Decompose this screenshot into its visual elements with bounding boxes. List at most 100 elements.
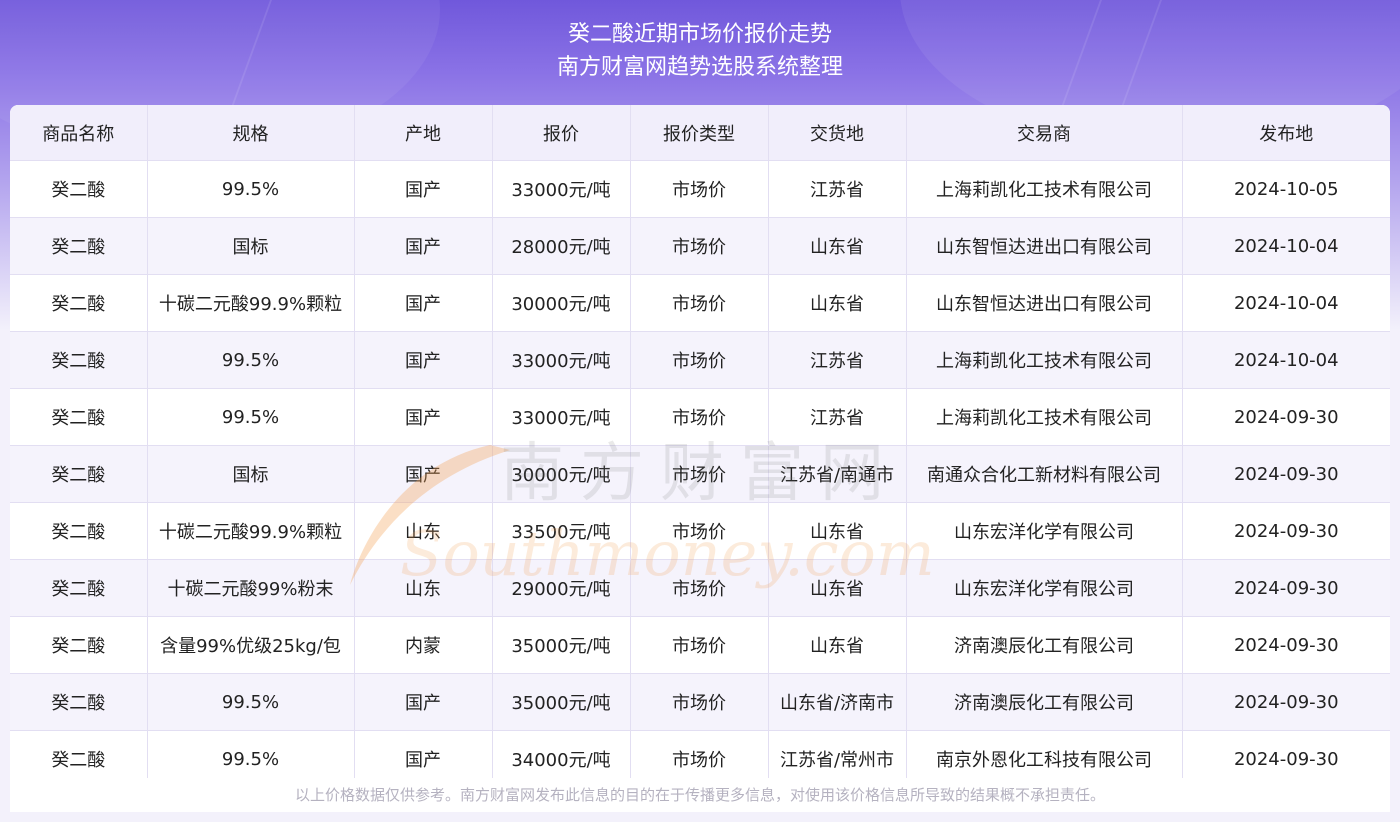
table-cell: 十碳二元酸99.9%颗粒 — [147, 274, 355, 332]
table-cell: 国产 — [354, 445, 493, 503]
table-cell: 市场价 — [630, 160, 769, 218]
table-cell: 2024-09-30 — [1182, 559, 1390, 617]
table-cell: 济南澳辰化工有限公司 — [906, 673, 1183, 731]
table-row: 癸二酸 国标 国产 30000元/吨 市场价 江苏省/南通市 南通众合化工新材料有限公司 20… — [10, 445, 1390, 503]
table-cell: 癸二酸 — [10, 160, 148, 218]
table-row: 癸二酸 99.5% 国产 34000元/吨 市场价 江苏省/常州市 南京外恩化工科技有限公司… — [10, 730, 1390, 778]
table-cell: 十碳二元酸99.9%颗粒 — [147, 502, 355, 560]
table-cell: 癸二酸 — [10, 559, 148, 617]
table-cell: 江苏省/南通市 — [768, 445, 907, 503]
table-cell: 99.5% — [147, 331, 355, 389]
column-header[interactable]: 交货地 — [768, 105, 907, 161]
table-cell: 国产 — [354, 274, 493, 332]
table-cell: 2024-09-30 — [1182, 388, 1390, 446]
table-cell: 国标 — [147, 445, 355, 503]
table-cell: 2024-10-04 — [1182, 217, 1390, 275]
table-row: 癸二酸 99.5% 国产 35000元/吨 市场价 山东省/济南市 济南澳辰化工有限公司 20… — [10, 673, 1390, 731]
table-cell: 十碳二元酸99%粉末 — [147, 559, 355, 617]
table-cell: 山东省 — [768, 502, 907, 560]
table-row: 癸二酸 十碳二元酸99.9%颗粒 山东 33500元/吨 市场价 山东省 山东宏洋化学有限公… — [10, 502, 1390, 560]
table-cell: 33000元/吨 — [492, 388, 631, 446]
table-row: 癸二酸 国标 国产 28000元/吨 市场价 山东省 山东智恒达进出口有限公司 2024-10… — [10, 217, 1390, 275]
table-cell: 山东 — [354, 559, 493, 617]
table-cell: 癸二酸 — [10, 388, 148, 446]
table-cell: 30000元/吨 — [492, 274, 631, 332]
disclaimer-footer: 以上价格数据仅供参考。南方财富网发布此信息的目的在于传播更多信息，对使用该价格信… — [10, 778, 1390, 812]
table-cell: 市场价 — [630, 559, 769, 617]
table-cell: 国产 — [354, 160, 493, 218]
table-cell: 市场价 — [630, 388, 769, 446]
table-row: 癸二酸 含量99%优级25kg/包 内蒙 35000元/吨 市场价 山东省 济南澳辰化工有限… — [10, 616, 1390, 674]
table-cell: 2024-10-04 — [1182, 331, 1390, 389]
table-cell: 34000元/吨 — [492, 730, 631, 778]
table-cell: 上海莉凯化工技术有限公司 — [906, 331, 1183, 389]
table-cell: 99.5% — [147, 673, 355, 731]
table-cell: 江苏省/常州市 — [768, 730, 907, 778]
column-header[interactable]: 报价类型 — [630, 105, 769, 161]
table-cell: 33000元/吨 — [492, 331, 631, 389]
page-title: 癸二酸近期市场价报价走势 — [567, 22, 832, 47]
table-header-row: 商品名称 规格 产地 报价 报价类型 交货地 交易商 发布地 — [10, 105, 1390, 161]
table-cell: 2024-09-30 — [1182, 673, 1390, 731]
table-cell: 济南澳辰化工有限公司 — [906, 616, 1183, 674]
table-cell: 国产 — [354, 673, 493, 731]
table-cell: 江苏省 — [768, 331, 907, 389]
table-cell: 99.5% — [147, 160, 355, 218]
column-header[interactable]: 规格 — [147, 105, 355, 161]
table-cell: 山东宏洋化学有限公司 — [906, 559, 1183, 617]
table-cell: 市场价 — [630, 274, 769, 332]
table-cell: 国产 — [354, 730, 493, 778]
table-cell: 癸二酸 — [10, 616, 148, 674]
table-cell: 癸二酸 — [10, 217, 148, 275]
table-cell: 癸二酸 — [10, 730, 148, 778]
column-header[interactable]: 商品名称 — [10, 105, 148, 161]
column-header[interactable]: 产地 — [354, 105, 493, 161]
table-cell: 33500元/吨 — [492, 502, 631, 560]
table-cell: 市场价 — [630, 502, 769, 560]
table-cell: 上海莉凯化工技术有限公司 — [906, 388, 1183, 446]
table-cell: 30000元/吨 — [492, 445, 631, 503]
table-cell: 山东省 — [768, 274, 907, 332]
table-cell: 市场价 — [630, 331, 769, 389]
page-titles: 癸二酸近期市场价报价走势 南方财富网趋势选股系统整理 — [0, 18, 1400, 84]
table-cell: 山东省 — [768, 217, 907, 275]
table-cell: 33000元/吨 — [492, 160, 631, 218]
table-cell: 35000元/吨 — [492, 673, 631, 731]
table-cell: 市场价 — [630, 730, 769, 778]
column-header[interactable]: 报价 — [492, 105, 631, 161]
table-cell: 山东省/济南市 — [768, 673, 907, 731]
table-cell: 35000元/吨 — [492, 616, 631, 674]
price-table: 商品名称 规格 产地 报价 报价类型 交货地 交易商 发布地 癸二酸 99.5% 国… — [10, 105, 1390, 778]
table-cell: 含量99%优级25kg/包 — [147, 616, 355, 674]
table-row: 癸二酸 99.5% 国产 33000元/吨 市场价 江苏省 上海莉凯化工技术有限公司 2024… — [10, 331, 1390, 389]
table-cell: 山东智恒达进出口有限公司 — [906, 217, 1183, 275]
table-cell: 28000元/吨 — [492, 217, 631, 275]
table-cell: 市场价 — [630, 445, 769, 503]
table-cell: 2024-09-30 — [1182, 730, 1390, 778]
table-cell: 市场价 — [630, 217, 769, 275]
table-cell: 内蒙 — [354, 616, 493, 674]
table-cell: 山东省 — [768, 559, 907, 617]
table-body: 癸二酸 99.5% 国产 33000元/吨 市场价 江苏省 上海莉凯化工技术有限公司 2024… — [10, 160, 1390, 778]
table-cell: 国标 — [147, 217, 355, 275]
table-cell: 29000元/吨 — [492, 559, 631, 617]
table-cell: 2024-09-30 — [1182, 445, 1390, 503]
table-cell: 市场价 — [630, 673, 769, 731]
table-cell: 癸二酸 — [10, 274, 148, 332]
table-cell: 山东宏洋化学有限公司 — [906, 502, 1183, 560]
table-row: 癸二酸 99.5% 国产 33000元/吨 市场价 江苏省 上海莉凯化工技术有限公司 2024… — [10, 160, 1390, 218]
table-cell: 山东智恒达进出口有限公司 — [906, 274, 1183, 332]
table-cell: 南京外恩化工科技有限公司 — [906, 730, 1183, 778]
price-table-container: 商品名称 规格 产地 报价 报价类型 交货地 交易商 发布地 癸二酸 99.5% 国… — [10, 105, 1390, 778]
table-cell: 上海莉凯化工技术有限公司 — [906, 160, 1183, 218]
table-cell: 南通众合化工新材料有限公司 — [906, 445, 1183, 503]
table-cell: 市场价 — [630, 616, 769, 674]
table-cell: 山东 — [354, 502, 493, 560]
column-header[interactable]: 发布地 — [1182, 105, 1390, 161]
table-cell: 99.5% — [147, 388, 355, 446]
table-cell: 2024-10-05 — [1182, 160, 1390, 218]
table-cell: 癸二酸 — [10, 673, 148, 731]
table-row: 癸二酸 十碳二元酸99%粉末 山东 29000元/吨 市场价 山东省 山东宏洋化学有限公司 2… — [10, 559, 1390, 617]
table-row: 癸二酸 99.5% 国产 33000元/吨 市场价 江苏省 上海莉凯化工技术有限公司 2024… — [10, 388, 1390, 446]
column-header[interactable]: 交易商 — [906, 105, 1183, 161]
